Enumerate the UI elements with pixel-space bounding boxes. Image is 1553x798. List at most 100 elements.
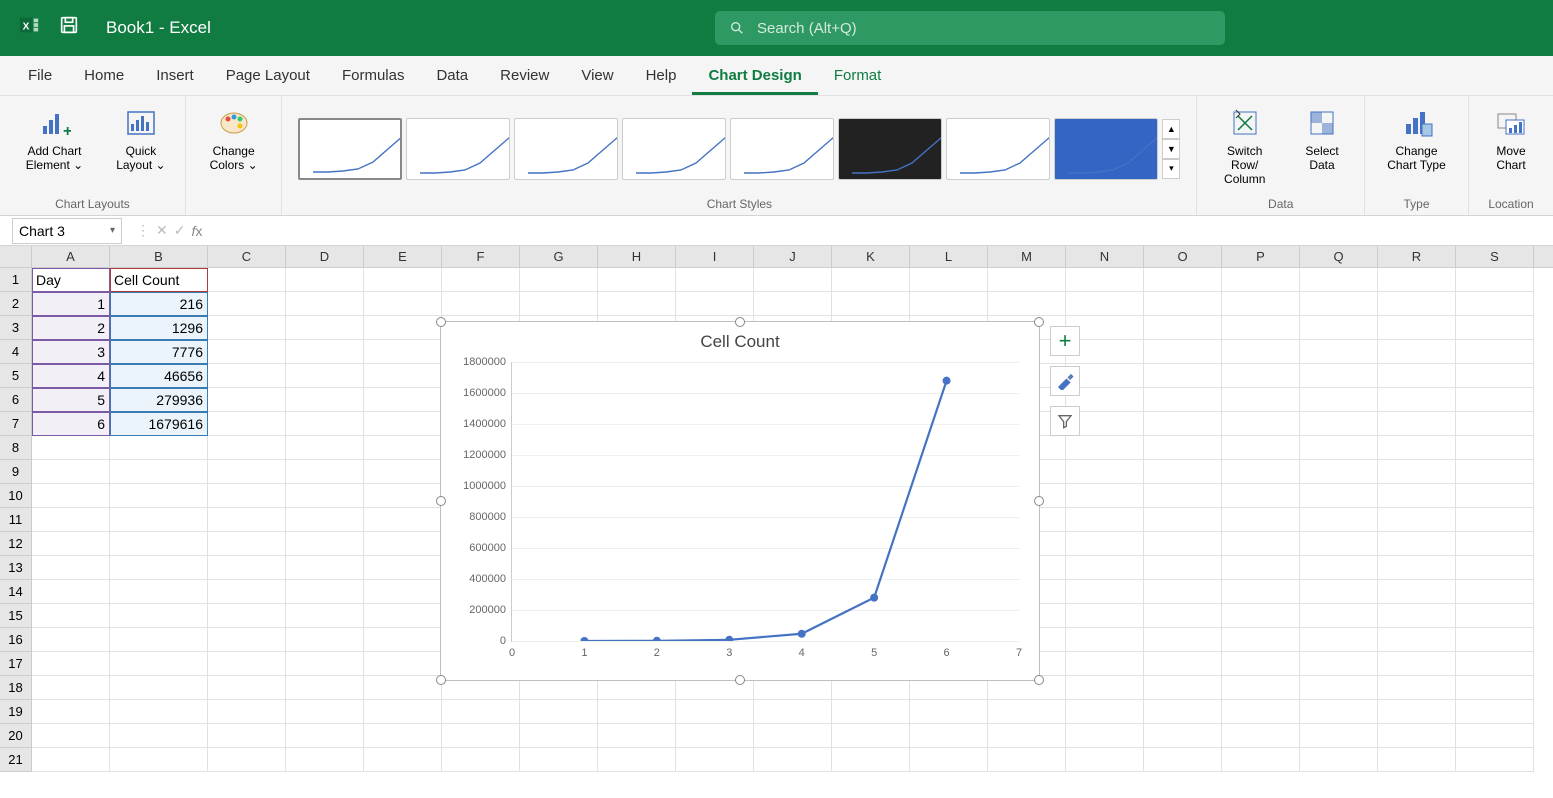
cell[interactable] xyxy=(1456,628,1534,652)
cell[interactable] xyxy=(286,412,364,436)
cell[interactable]: 2 xyxy=(32,316,110,340)
cell[interactable] xyxy=(1222,532,1300,556)
cell[interactable] xyxy=(208,508,286,532)
chart-style-2[interactable] xyxy=(406,118,510,180)
cell[interactable] xyxy=(1300,652,1378,676)
cell[interactable] xyxy=(1456,508,1534,532)
cell[interactable] xyxy=(32,676,110,700)
cell[interactable] xyxy=(1378,556,1456,580)
cell[interactable] xyxy=(1066,532,1144,556)
formula-input[interactable] xyxy=(210,218,1553,244)
cell[interactable] xyxy=(520,292,598,316)
cell[interactable] xyxy=(110,748,208,772)
cell[interactable] xyxy=(286,436,364,460)
cell[interactable] xyxy=(1300,340,1378,364)
cell[interactable] xyxy=(286,268,364,292)
cell[interactable] xyxy=(208,268,286,292)
cell[interactable] xyxy=(1300,388,1378,412)
row-header[interactable]: 1 xyxy=(0,268,32,292)
gallery-more-button[interactable]: ▾ xyxy=(1162,159,1180,179)
cell[interactable] xyxy=(1222,436,1300,460)
row-header[interactable]: 13 xyxy=(0,556,32,580)
cell[interactable] xyxy=(1222,604,1300,628)
cell[interactable] xyxy=(1456,724,1534,748)
cell[interactable] xyxy=(1144,436,1222,460)
cell[interactable] xyxy=(1456,700,1534,724)
cell[interactable] xyxy=(1300,484,1378,508)
cell[interactable] xyxy=(1456,748,1534,772)
cell[interactable] xyxy=(1378,340,1456,364)
cell[interactable] xyxy=(1066,700,1144,724)
cell[interactable] xyxy=(1144,268,1222,292)
cell[interactable] xyxy=(1300,676,1378,700)
cell[interactable] xyxy=(676,724,754,748)
cell[interactable] xyxy=(1144,460,1222,484)
cell[interactable] xyxy=(1222,340,1300,364)
cell[interactable] xyxy=(442,724,520,748)
cell[interactable] xyxy=(1144,292,1222,316)
row-header[interactable]: 7 xyxy=(0,412,32,436)
tab-review[interactable]: Review xyxy=(484,59,565,95)
cell[interactable] xyxy=(1144,604,1222,628)
cell[interactable] xyxy=(1378,700,1456,724)
cell[interactable] xyxy=(1144,364,1222,388)
change-chart-type-button[interactable]: Change Chart Type xyxy=(1375,102,1458,176)
cell[interactable] xyxy=(832,724,910,748)
chart-resize-handle[interactable] xyxy=(1034,496,1044,506)
cell[interactable] xyxy=(754,748,832,772)
cell[interactable] xyxy=(110,436,208,460)
cell[interactable] xyxy=(910,724,988,748)
cell[interactable] xyxy=(1222,388,1300,412)
select-data-button[interactable]: Select Data xyxy=(1290,102,1354,176)
cell[interactable] xyxy=(1144,340,1222,364)
row-header[interactable]: 17 xyxy=(0,652,32,676)
cell[interactable] xyxy=(286,532,364,556)
switch-row-column-button[interactable]: Switch Row/ Column xyxy=(1207,102,1282,190)
tab-insert[interactable]: Insert xyxy=(140,59,210,95)
cell[interactable] xyxy=(1066,268,1144,292)
cell[interactable]: 46656 xyxy=(110,364,208,388)
cell[interactable] xyxy=(1066,676,1144,700)
cell[interactable] xyxy=(910,700,988,724)
cell[interactable] xyxy=(32,580,110,604)
cell[interactable] xyxy=(110,628,208,652)
col-header-A[interactable]: A xyxy=(32,246,110,267)
cell[interactable] xyxy=(364,748,442,772)
cell[interactable] xyxy=(1300,724,1378,748)
cell[interactable] xyxy=(442,268,520,292)
chart-style-1[interactable] xyxy=(298,118,402,180)
cell[interactable] xyxy=(32,604,110,628)
cell[interactable] xyxy=(442,700,520,724)
cell[interactable] xyxy=(1066,724,1144,748)
cell[interactable] xyxy=(1300,292,1378,316)
cell[interactable] xyxy=(1066,484,1144,508)
cell[interactable] xyxy=(1378,436,1456,460)
cell[interactable] xyxy=(1456,292,1534,316)
tab-chart-design[interactable]: Chart Design xyxy=(692,59,817,95)
cell[interactable] xyxy=(208,532,286,556)
cell[interactable] xyxy=(1300,364,1378,388)
cell[interactable] xyxy=(598,268,676,292)
cell[interactable] xyxy=(988,292,1066,316)
chart-resize-handle[interactable] xyxy=(436,675,446,685)
cell[interactable] xyxy=(1456,388,1534,412)
chart-plot-area[interactable]: 0200000400000600000800000100000012000001… xyxy=(511,362,1019,642)
cell[interactable] xyxy=(364,652,442,676)
chart-resize-handle[interactable] xyxy=(436,317,446,327)
cell[interactable] xyxy=(598,292,676,316)
row-header[interactable]: 18 xyxy=(0,676,32,700)
spreadsheet-grid[interactable]: A B C D E F G H I J K L M N O P Q R S 1D… xyxy=(0,246,1553,798)
tab-help[interactable]: Help xyxy=(630,59,693,95)
cell[interactable] xyxy=(32,532,110,556)
cell[interactable] xyxy=(754,292,832,316)
cell[interactable] xyxy=(988,748,1066,772)
add-chart-element-button[interactable]: + Add Chart Element ⌄ xyxy=(10,102,99,176)
cell[interactable] xyxy=(1378,580,1456,604)
cell[interactable] xyxy=(1300,460,1378,484)
cell[interactable] xyxy=(676,292,754,316)
chart-resize-handle[interactable] xyxy=(735,317,745,327)
cell[interactable] xyxy=(1222,652,1300,676)
cell[interactable] xyxy=(1066,460,1144,484)
cell[interactable] xyxy=(1456,484,1534,508)
chart-styles-button[interactable] xyxy=(1050,366,1080,396)
